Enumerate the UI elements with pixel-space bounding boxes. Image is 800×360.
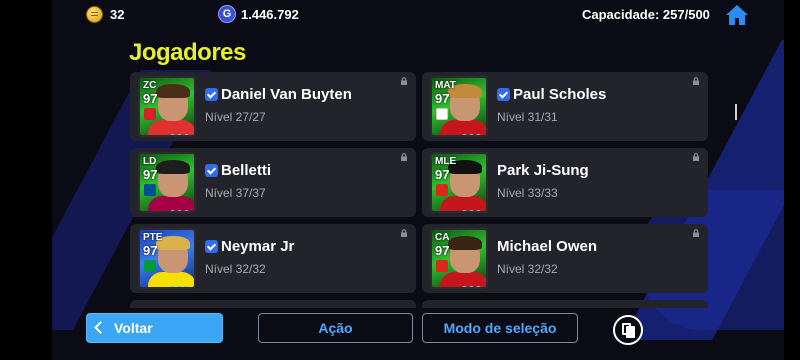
home-icon[interactable] <box>725 4 749 26</box>
player-position: PTE <box>143 232 163 243</box>
player-name: Park Ji-Sung <box>497 162 589 179</box>
lock-icon <box>693 153 699 161</box>
player-level: Nível 32/32 <box>497 262 558 276</box>
player-card[interactable]: PTE 97 Neymar Jr Nível 32/32 <box>130 224 416 293</box>
player-position: MLE <box>435 156 457 167</box>
top-bar: 32 G 1.446.792 Capacidade: 257/500 <box>52 0 784 30</box>
club-badge-icon <box>436 260 448 272</box>
player-card[interactable]: CA 97 Michael Owen Nível 32/32 <box>422 224 708 293</box>
player-level: Nível 31/31 <box>497 110 558 124</box>
player-portrait: MAT 97 <box>430 76 488 137</box>
player-card[interactable]: LD 97 Belletti Nível 37/37 <box>130 148 416 217</box>
player-name: Paul Scholes <box>513 86 607 103</box>
capacity-label: Capacidade: 257/500 <box>582 7 710 22</box>
player-rating: 97 <box>435 167 450 182</box>
player-name: Daniel Van Buyten <box>221 86 352 103</box>
verified-icon <box>205 88 218 101</box>
player-card[interactable]: ZC 97 Daniel Van Buyten Nível 27/27 <box>130 72 416 141</box>
player-card[interactable]: MLE 97 Park Ji-Sung Nível 33/33 <box>422 148 708 217</box>
player-card[interactable] <box>422 300 708 308</box>
player-portrait: MLE 97 <box>430 152 488 213</box>
back-button-label: Voltar <box>114 320 153 336</box>
coin-count: 32 <box>110 7 125 22</box>
verified-icon <box>205 240 218 253</box>
coin-icon <box>86 6 103 23</box>
verified-icon <box>497 88 510 101</box>
player-name: Belletti <box>221 162 272 179</box>
skill-dots-icon <box>170 126 194 135</box>
brazil-flag-icon <box>144 260 156 272</box>
skill-dots-icon <box>462 126 486 135</box>
player-rating: 97 <box>143 91 158 106</box>
gp-icon: G <box>218 5 236 23</box>
player-rating: 97 <box>435 91 450 106</box>
lock-icon <box>693 229 699 237</box>
lock-icon <box>401 77 407 85</box>
screen: 32 G 1.446.792 Capacidade: 257/500 Jogad… <box>52 0 784 360</box>
player-portrait: LD 97 <box>138 152 196 213</box>
list-view-button[interactable] <box>613 315 643 345</box>
player-rating: 97 <box>143 243 158 258</box>
player-card[interactable]: MAT 97 Paul Scholes Nível 31/31 <box>422 72 708 141</box>
player-name: Michael Owen <box>497 238 598 255</box>
club-badge-icon <box>436 184 448 196</box>
page-title: Jogadores <box>129 39 246 66</box>
player-card[interactable] <box>130 300 416 308</box>
player-position: LD <box>143 156 157 167</box>
player-rating: 97 <box>435 243 450 258</box>
verified-icon <box>205 164 218 177</box>
player-level: Nível 33/33 <box>497 186 558 200</box>
player-portrait: CA 97 <box>430 228 488 289</box>
england-flag-icon <box>436 108 448 120</box>
player-level: Nível 32/32 <box>205 262 266 276</box>
gp-count: 1.446.792 <box>241 7 299 22</box>
player-position: ZC <box>143 80 157 91</box>
player-portrait: PTE 97 <box>138 228 196 289</box>
chevron-left-icon <box>94 321 107 334</box>
club-badge-icon <box>144 108 156 120</box>
skill-dots-icon <box>462 278 486 287</box>
player-rating: 97 <box>143 167 158 182</box>
player-level: Nível 27/27 <box>205 110 266 124</box>
player-position: MAT <box>435 80 456 91</box>
skill-dots-icon <box>462 202 486 211</box>
player-grid: ZC 97 Daniel Van Buyten Nível 27/27 MAT … <box>130 72 708 308</box>
player-level: Nível 37/37 <box>205 186 266 200</box>
club-badge-icon <box>144 184 156 196</box>
selection-mode-button[interactable]: Modo de seleção <box>422 313 578 343</box>
scrollbar[interactable] <box>735 104 737 120</box>
lock-icon <box>401 229 407 237</box>
action-button[interactable]: Ação <box>258 313 413 343</box>
lock-icon <box>693 77 699 85</box>
skill-dots-icon <box>170 202 194 211</box>
skill-dots-icon <box>170 278 194 287</box>
back-button[interactable]: Voltar <box>86 313 223 343</box>
player-portrait: ZC 97 <box>138 76 196 137</box>
lock-icon <box>401 153 407 161</box>
player-position: CA <box>435 232 450 243</box>
player-name: Neymar Jr <box>221 238 295 255</box>
